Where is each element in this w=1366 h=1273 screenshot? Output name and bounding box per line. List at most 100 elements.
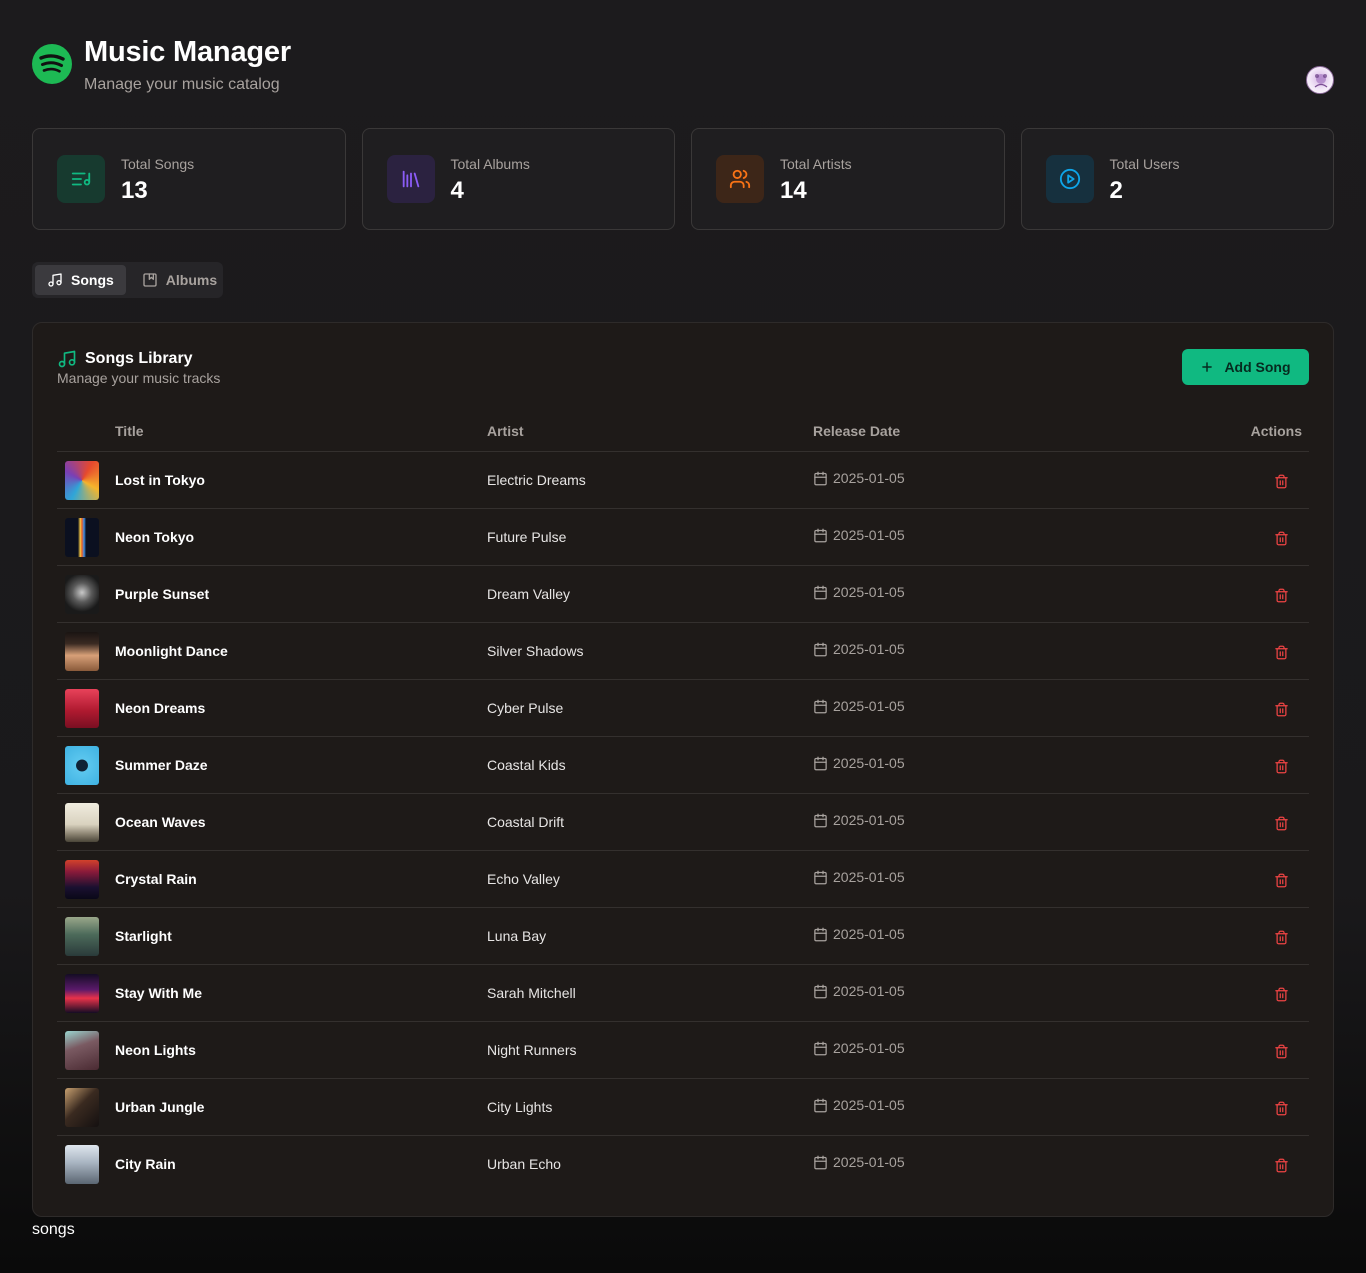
calendar-icon: [814, 699, 827, 713]
release-date-text: 2025-01-05: [833, 869, 905, 885]
column-release-date: Release Date: [813, 423, 901, 439]
song-release-date: 2025-01-05: [813, 470, 905, 486]
release-date-text: 2025-01-05: [833, 527, 905, 543]
trash-icon: [1274, 759, 1288, 773]
stat-value: 14: [780, 177, 807, 204]
trash-icon: [1274, 531, 1288, 545]
users-icon: [716, 155, 764, 203]
song-release-date: 2025-01-05: [813, 527, 905, 543]
delete-button[interactable]: [1271, 1098, 1291, 1118]
trash-icon: [1274, 873, 1288, 887]
song-artist: Silver Shadows: [487, 643, 584, 659]
library-title: Songs Library: [57, 349, 193, 369]
song-artist: Coastal Drift: [487, 814, 565, 830]
table-row[interactable]: Summer Daze Coastal Kids 2025-01-05: [57, 737, 1309, 794]
page-title: Music Manager: [84, 36, 291, 68]
song-artist: Cyber Pulse: [487, 700, 564, 716]
trash-icon: [1274, 930, 1288, 944]
song-artist: Luna Bay: [487, 928, 547, 944]
table-row[interactable]: Lost in Tokyo Electric Dreams 2025-01-05: [57, 452, 1309, 509]
trash-icon: [1274, 1044, 1288, 1058]
calendar-icon: [814, 528, 827, 542]
album-cover: [65, 1145, 99, 1184]
release-date-text: 2025-01-05: [833, 926, 905, 942]
album-icon: [143, 273, 157, 287]
album-cover: [65, 803, 99, 842]
table-row[interactable]: Ocean Waves Coastal Drift 2025-01-05: [57, 794, 1309, 851]
tab-bar: Songs Albums: [32, 262, 223, 298]
delete-button[interactable]: [1271, 984, 1291, 1004]
song-artist: Future Pulse: [487, 529, 567, 545]
album-cover: [65, 1031, 99, 1070]
song-title: Neon Dreams: [115, 700, 206, 716]
song-artist: Sarah Mitchell: [487, 985, 576, 1001]
stat-label: Total Artists: [780, 156, 852, 172]
delete-button[interactable]: [1271, 642, 1291, 662]
table-row[interactable]: Neon Tokyo Future Pulse 2025-01-05: [57, 509, 1309, 566]
calendar-icon: [814, 813, 827, 827]
song-release-date: 2025-01-05: [813, 812, 905, 828]
table-row[interactable]: Urban Jungle City Lights 2025-01-05: [57, 1079, 1309, 1136]
table-row[interactable]: Crystal Rain Echo Valley 2025-01-05: [57, 851, 1309, 908]
music-note-icon: [58, 350, 76, 368]
stat-card-artists: Total Artists 14: [691, 128, 1005, 230]
song-title: Neon Lights: [115, 1042, 196, 1058]
tab-label: Albums: [165, 272, 218, 288]
table-body: Lost in Tokyo Electric Dreams 2025-01-05…: [57, 452, 1309, 1193]
song-title: Neon Tokyo: [115, 529, 195, 545]
calendar-icon: [814, 471, 827, 485]
tab-albums[interactable]: Albums: [130, 265, 229, 295]
song-release-date: 2025-01-05: [813, 698, 905, 714]
stat-label: Total Songs: [121, 156, 195, 172]
album-cover: [65, 1088, 99, 1127]
table-row[interactable]: Neon Dreams Cyber Pulse 2025-01-05: [57, 680, 1309, 737]
calendar-icon: [814, 870, 827, 884]
delete-button[interactable]: [1271, 471, 1291, 491]
table-row[interactable]: Neon Lights Night Runners 2025-01-05: [57, 1022, 1309, 1079]
table-row[interactable]: Stay With Me Sarah Mitchell 2025-01-05: [57, 965, 1309, 1022]
release-date-text: 2025-01-05: [833, 641, 905, 657]
song-title: Purple Sunset: [115, 586, 210, 602]
table-row[interactable]: City Rain Urban Echo 2025-01-05: [57, 1136, 1309, 1193]
stat-card-songs: Total Songs 13: [32, 128, 346, 230]
delete-button[interactable]: [1271, 870, 1291, 890]
delete-button[interactable]: [1271, 585, 1291, 605]
song-release-date: 2025-01-05: [813, 1097, 905, 1113]
album-cover: [65, 974, 99, 1013]
stat-value: 2: [1109, 177, 1123, 204]
library-icon: [386, 155, 435, 203]
song-title: Stay With Me: [115, 985, 202, 1001]
page-subtitle: Manage your music catalog: [84, 76, 280, 93]
footer-label: songs: [32, 1221, 75, 1238]
spotify-logo-icon: [32, 44, 72, 84]
delete-button[interactable]: [1271, 1155, 1291, 1175]
calendar-icon: [814, 984, 827, 998]
trash-icon: [1274, 588, 1288, 602]
song-release-date: 2025-01-05: [813, 584, 905, 600]
delete-button[interactable]: [1271, 528, 1291, 548]
delete-button[interactable]: [1271, 699, 1291, 719]
album-cover: [65, 632, 99, 671]
stat-card-users: Total Users 2: [1020, 128, 1334, 230]
song-title: Ocean Waves: [115, 814, 206, 830]
stat-label: Total Users: [1109, 156, 1180, 172]
add-song-button[interactable]: Add Song: [1182, 349, 1309, 385]
song-artist: Urban Echo: [487, 1156, 561, 1172]
delete-button[interactable]: [1271, 927, 1291, 947]
delete-button[interactable]: [1271, 813, 1291, 833]
table-row[interactable]: Starlight Luna Bay 2025-01-05: [57, 908, 1309, 965]
table-row[interactable]: Moonlight Dance Silver Shadows 2025-01-0…: [57, 623, 1309, 680]
delete-button[interactable]: [1271, 756, 1291, 776]
song-title: Urban Jungle: [115, 1099, 205, 1115]
songs-library-panel: Songs Library Manage your music tracks A…: [32, 322, 1334, 1217]
tab-songs[interactable]: Songs: [35, 265, 126, 295]
column-actions: Actions: [1250, 423, 1302, 439]
release-date-text: 2025-01-05: [833, 470, 905, 486]
add-song-label: Add Song: [1224, 359, 1291, 375]
release-date-text: 2025-01-05: [833, 1040, 905, 1056]
column-artist: Artist: [487, 423, 524, 439]
delete-button[interactable]: [1271, 1041, 1291, 1061]
song-artist: City Lights: [487, 1099, 553, 1115]
avatar[interactable]: [1306, 66, 1334, 94]
table-row[interactable]: Purple Sunset Dream Valley 2025-01-05: [57, 566, 1309, 623]
